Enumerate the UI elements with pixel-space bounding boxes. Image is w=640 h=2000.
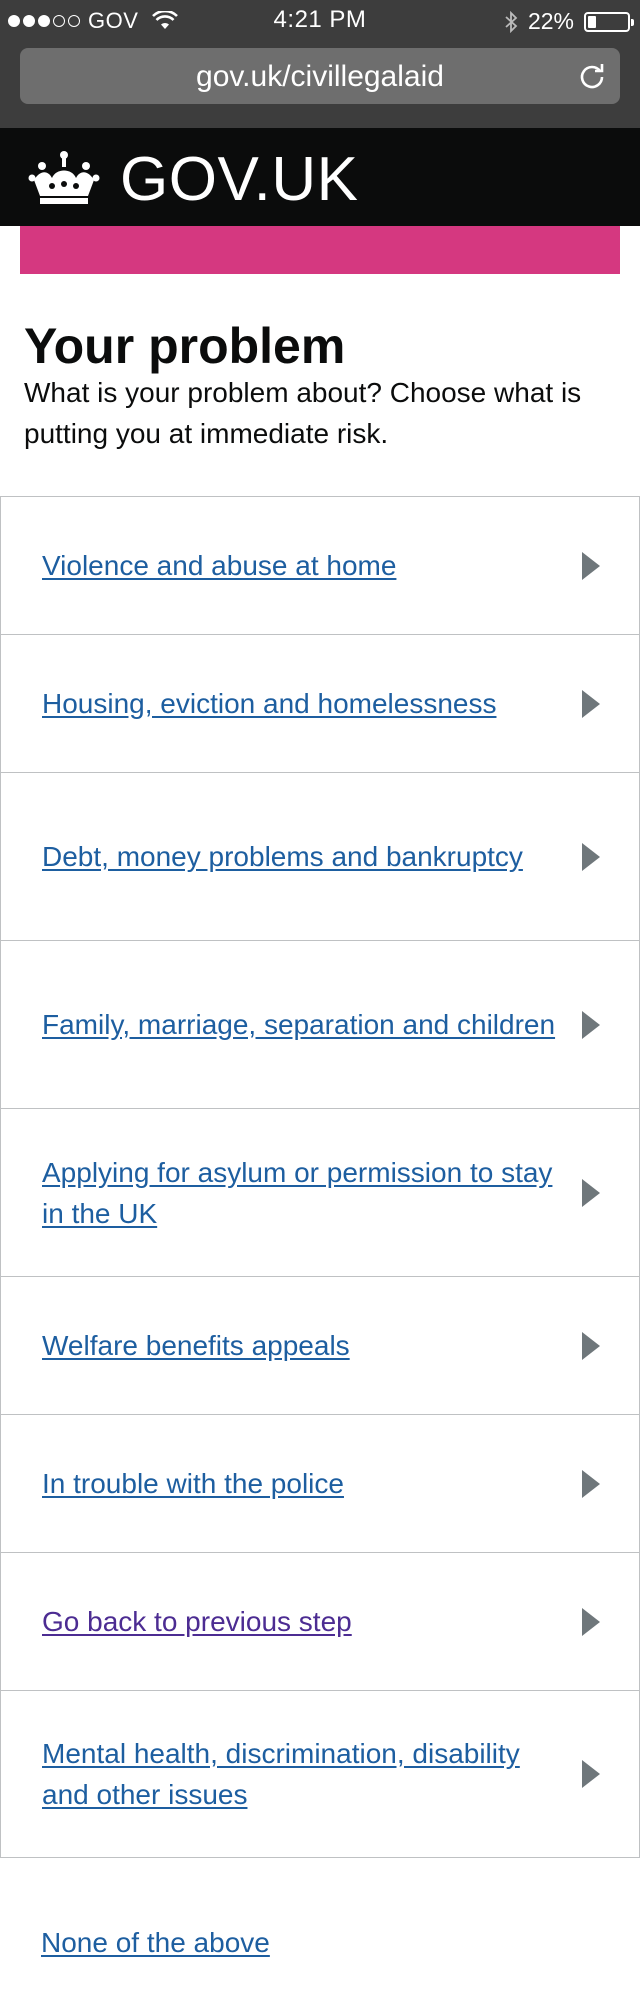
option-welfare-benefits[interactable]: Welfare benefits appeals	[1, 1276, 639, 1414]
site-header: GOV.UK	[0, 128, 640, 226]
option-family[interactable]: Family, marriage, separation and childre…	[1, 940, 639, 1108]
option-link[interactable]: Mental health, discrimination, disabilit…	[42, 1733, 559, 1815]
option-police[interactable]: In trouble with the police	[1, 1414, 639, 1552]
option-mental-health[interactable]: Mental health, discrimination, disabilit…	[1, 1690, 639, 1858]
option-link[interactable]: Go back to previous step	[42, 1601, 352, 1642]
arrow-right-icon	[582, 1607, 600, 1636]
browser-chrome: GOV 4:21 PM 22% gov.uk/civillegalaid	[0, 0, 640, 128]
arrow-right-icon	[582, 1331, 600, 1360]
arrow-right-icon	[582, 1178, 600, 1207]
problem-options-list: Violence and abuse at home Housing, evic…	[0, 496, 640, 1858]
arrow-right-icon	[582, 689, 600, 718]
option-link[interactable]: Housing, eviction and homelessness	[42, 683, 496, 724]
option-link[interactable]: Debt, money problems and bankruptcy	[42, 836, 523, 877]
option-asylum[interactable]: Applying for asylum or permission to sta…	[1, 1108, 639, 1276]
status-bar: GOV 4:21 PM 22%	[0, 0, 640, 40]
arrow-right-icon	[582, 1760, 600, 1788]
option-link[interactable]: Applying for asylum or permission to sta…	[42, 1152, 559, 1234]
arrow-right-icon	[582, 1469, 600, 1498]
battery-percentage: 22%	[527, 8, 574, 34]
url-text: gov.uk/civillegalaid	[196, 60, 444, 93]
option-link[interactable]: In trouble with the police	[42, 1463, 344, 1504]
option-debt[interactable]: Debt, money problems and bankruptcy	[1, 772, 639, 940]
none-of-the-above-link[interactable]: None of the above	[41, 1922, 270, 1963]
option-link[interactable]: Violence and abuse at home	[42, 545, 396, 586]
battery-icon	[584, 11, 634, 32]
accent-bar	[20, 226, 620, 274]
option-violence-abuse[interactable]: Violence and abuse at home	[1, 496, 639, 634]
option-housing[interactable]: Housing, eviction and homelessness	[1, 634, 639, 772]
page-title: Your problem	[24, 318, 346, 374]
arrow-right-icon	[582, 842, 600, 871]
crown-logo-icon[interactable]	[28, 148, 100, 206]
reload-icon[interactable]	[578, 62, 606, 90]
address-bar[interactable]: gov.uk/civillegalaid	[20, 48, 620, 104]
option-link[interactable]: Welfare benefits appeals	[42, 1325, 350, 1366]
option-link[interactable]: Family, marriage, separation and childre…	[42, 1004, 555, 1045]
bluetooth-icon	[505, 10, 518, 33]
govuk-logo-text[interactable]: GOV.UK	[120, 144, 358, 215]
page-lead: What is your problem about? Choose what …	[24, 377, 582, 449]
option-go-back[interactable]: Go back to previous step	[1, 1552, 639, 1690]
arrow-right-icon	[582, 1010, 600, 1039]
arrow-right-icon	[582, 551, 600, 580]
